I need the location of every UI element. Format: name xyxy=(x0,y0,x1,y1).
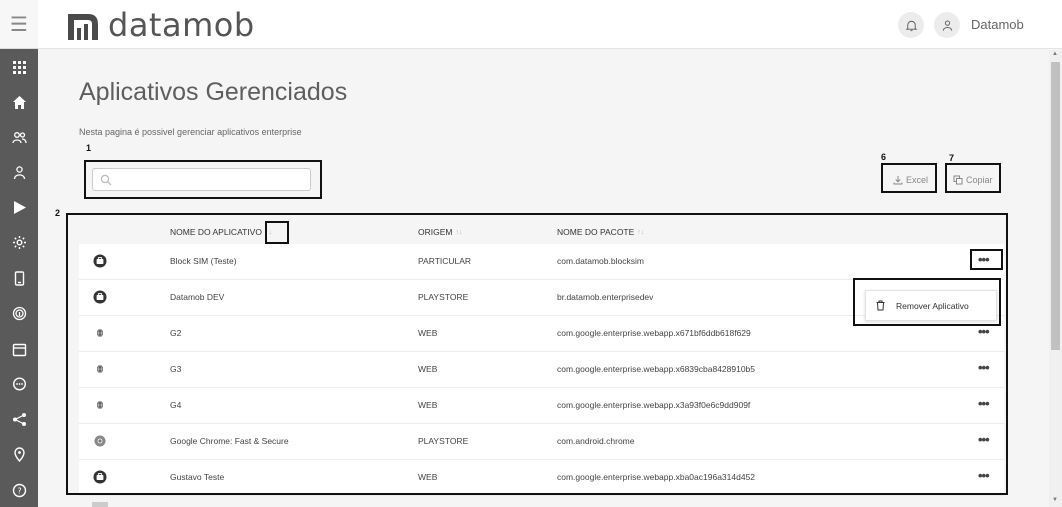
sidebar: ☰ ? xyxy=(0,0,38,507)
annotation-label-1: 1 xyxy=(86,143,92,153)
svg-text:?: ? xyxy=(17,486,21,495)
device-icon[interactable] xyxy=(0,267,38,289)
help-icon[interactable]: ? xyxy=(0,479,38,501)
chat-icon[interactable] xyxy=(0,373,38,395)
calendar-icon[interactable] xyxy=(0,338,38,360)
home-icon[interactable] xyxy=(0,91,38,113)
annotation-box-5 xyxy=(853,278,1001,326)
user-avatar-icon[interactable] xyxy=(934,12,960,38)
users-icon[interactable] xyxy=(0,126,38,148)
apps-grid-icon[interactable] xyxy=(0,56,38,78)
brand-logo[interactable]: datamob xyxy=(68,6,255,44)
annotation-label-6: 6 xyxy=(881,152,887,162)
share-icon[interactable] xyxy=(0,408,38,430)
page-scrollbar[interactable]: ▲ ▼ xyxy=(1049,50,1062,507)
annotation-label-7: 7 xyxy=(949,153,955,163)
menu-icon[interactable]: ☰ xyxy=(0,0,38,49)
location-pin-icon[interactable] xyxy=(0,443,38,465)
brand-name: datamob xyxy=(108,6,255,44)
top-header: datamob Datamob xyxy=(38,0,1062,49)
annotation-box-1 xyxy=(84,160,322,199)
annotation-label-2: 2 xyxy=(55,208,61,218)
annotation-box-6 xyxy=(881,163,937,193)
play-store-icon[interactable] xyxy=(0,196,38,218)
logo-mark-icon xyxy=(68,10,100,40)
annotation-box-4 xyxy=(970,249,1003,270)
scroll-thumb[interactable] xyxy=(1051,62,1060,350)
annotation-box-7 xyxy=(945,163,1001,193)
user-name[interactable]: Datamob xyxy=(971,17,1024,32)
annotation-box-3 xyxy=(265,221,289,244)
scroll-up-icon[interactable]: ▲ xyxy=(1052,51,1058,57)
settings-gear-icon[interactable] xyxy=(0,231,38,253)
user-icon[interactable] xyxy=(0,161,38,183)
page-title: Aplicativos Gerenciados xyxy=(79,78,348,106)
bell-icon[interactable] xyxy=(898,12,924,38)
page-subtitle: Nesta pagina é possivel gerenciar aplica… xyxy=(79,127,302,137)
next-row-icon xyxy=(92,502,108,507)
scroll-down-icon[interactable]: ▼ xyxy=(1052,497,1058,503)
fingerprint-icon[interactable] xyxy=(0,302,38,324)
annotation-box-2 xyxy=(66,213,1008,495)
